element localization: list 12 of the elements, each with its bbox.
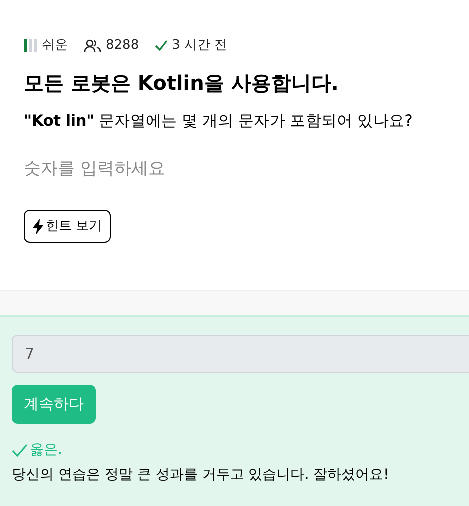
lightning-icon — [33, 218, 44, 235]
question-title: 모든 로봇은 Kotlin을 사용합니다. — [24, 70, 340, 96]
people-icon — [84, 38, 102, 53]
feedback-message: 당신의 연습은 정말 큰 성과를 거두고 있습니다. 잘하셨어요! — [12, 466, 390, 485]
difficulty-label: 쉬운 — [42, 37, 68, 55]
answer-prompt: 숫자를 입력하세요 — [24, 158, 166, 181]
time-label: 3 시간 전 — [172, 37, 228, 55]
question-text: "Kot lin" 문자열에는 몇 개의 문자가 포함되어 있나요? — [24, 110, 414, 132]
check-icon — [155, 40, 168, 52]
hint-button[interactable]: 힌트 보기 — [24, 210, 112, 244]
verdict-label: 옳은. — [30, 441, 62, 460]
solver-count: 8288 — [106, 37, 140, 55]
